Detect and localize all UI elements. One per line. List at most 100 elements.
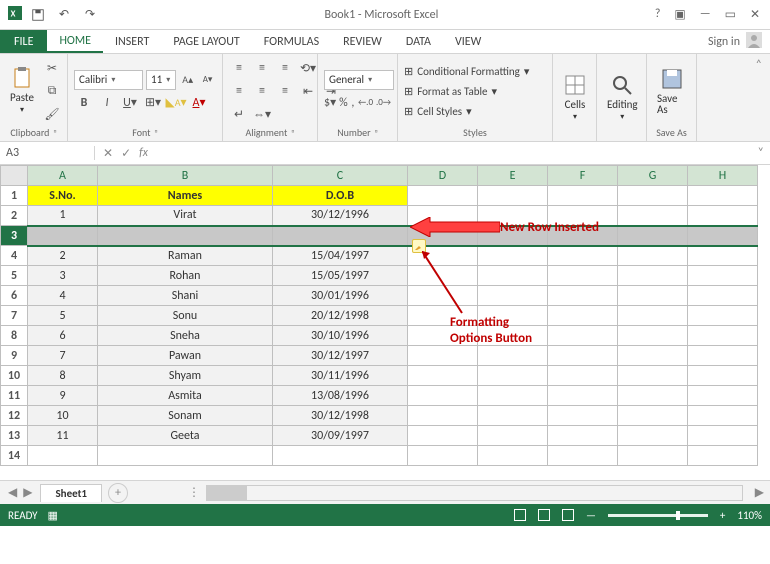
cell[interactable]: 2 xyxy=(28,246,98,266)
cell[interactable]: 30/10/1996 xyxy=(273,326,408,346)
cell[interactable] xyxy=(273,226,408,246)
cell[interactable] xyxy=(548,306,618,326)
merge-icon[interactable]: ⇔▾ xyxy=(252,104,272,124)
bold-button[interactable]: B xyxy=(74,93,94,113)
row-header[interactable]: 11 xyxy=(1,386,28,406)
underline-button[interactable]: U▾ xyxy=(120,93,140,113)
cell[interactable] xyxy=(688,246,758,266)
border-button[interactable]: ⊞▾ xyxy=(143,93,163,113)
sheet-next-icon[interactable]: ▶ xyxy=(23,485,32,500)
cell[interactable]: 7 xyxy=(28,346,98,366)
currency-icon[interactable]: $▾ xyxy=(324,93,336,113)
cell[interactable] xyxy=(618,266,688,286)
tab-page-layout[interactable]: PAGE LAYOUT xyxy=(161,30,251,53)
font-family-combo[interactable]: Calibri xyxy=(74,70,143,90)
cell[interactable] xyxy=(688,186,758,206)
col-header-b[interactable]: B xyxy=(98,166,273,186)
row-header[interactable]: 6 xyxy=(1,286,28,306)
cell[interactable] xyxy=(478,386,548,406)
align-center-icon[interactable]: ≡ xyxy=(252,81,272,101)
cell[interactable]: 30/11/1996 xyxy=(273,366,408,386)
cell[interactable] xyxy=(478,266,548,286)
cells-button[interactable]: Cells ▾ xyxy=(559,71,591,125)
cell[interactable] xyxy=(98,226,273,246)
cell[interactable] xyxy=(688,306,758,326)
cell[interactable] xyxy=(548,406,618,426)
col-header-a[interactable]: A xyxy=(28,166,98,186)
cell[interactable] xyxy=(478,286,548,306)
cell[interactable]: Shani xyxy=(98,286,273,306)
cell-styles-button[interactable]: ⊞ Cell Styles▾ xyxy=(404,103,529,120)
cell[interactable] xyxy=(548,366,618,386)
cell[interactable]: Sneha xyxy=(98,326,273,346)
cell[interactable] xyxy=(688,366,758,386)
cell[interactable]: S.No. xyxy=(28,186,98,206)
italic-button[interactable]: I xyxy=(97,93,117,113)
cell[interactable] xyxy=(618,446,688,466)
cell[interactable] xyxy=(688,326,758,346)
view-normal-icon[interactable] xyxy=(514,509,526,521)
cell[interactable]: 11 xyxy=(28,426,98,446)
cell[interactable]: 9 xyxy=(28,386,98,406)
cell[interactable]: 30/01/1996 xyxy=(273,286,408,306)
save-icon[interactable] xyxy=(28,5,48,25)
cell[interactable]: 30/12/1997 xyxy=(273,346,408,366)
tab-review[interactable]: REVIEW xyxy=(331,30,394,53)
tab-view[interactable]: VIEW xyxy=(443,30,493,53)
row-header[interactable]: 4 xyxy=(1,246,28,266)
cell[interactable] xyxy=(478,346,548,366)
cell[interactable] xyxy=(548,286,618,306)
cell[interactable] xyxy=(688,446,758,466)
cell[interactable]: Shyam xyxy=(98,366,273,386)
cell[interactable] xyxy=(618,306,688,326)
signin-link[interactable]: Sign in xyxy=(708,35,740,49)
tab-file[interactable]: FILE xyxy=(0,30,47,53)
cell[interactable] xyxy=(618,326,688,346)
cell[interactable] xyxy=(548,326,618,346)
sheet-prev-icon[interactable]: ◀ xyxy=(8,485,17,500)
cell[interactable]: 15/05/1997 xyxy=(273,266,408,286)
cell[interactable]: 8 xyxy=(28,366,98,386)
cell[interactable] xyxy=(98,446,273,466)
view-page-layout-icon[interactable] xyxy=(538,509,550,521)
zoom-in-icon[interactable]: + xyxy=(720,509,725,522)
save-as-button[interactable]: Save As xyxy=(653,65,690,117)
cell[interactable] xyxy=(618,186,688,206)
minimize-icon[interactable]: — xyxy=(700,7,711,22)
zoom-slider[interactable] xyxy=(608,514,708,517)
cell[interactable]: Sonam xyxy=(98,406,273,426)
alignment-launcher[interactable]: ▫ xyxy=(291,126,294,139)
increase-font-icon[interactable]: A▴ xyxy=(179,70,196,90)
macro-record-icon[interactable]: ▦ xyxy=(48,509,58,522)
scroll-right-icon[interactable]: ▶ xyxy=(749,485,770,500)
editing-button[interactable]: Editing ▾ xyxy=(603,71,642,125)
new-sheet-button[interactable]: + xyxy=(108,483,128,503)
select-all-corner[interactable] xyxy=(1,166,28,186)
cell[interactable] xyxy=(478,246,548,266)
row-header[interactable]: 13 xyxy=(1,426,28,446)
close-icon[interactable]: ✕ xyxy=(750,7,760,22)
orientation-icon[interactable]: ⟲▾ xyxy=(298,58,318,78)
cell[interactable] xyxy=(28,446,98,466)
cut-icon[interactable]: ✂ xyxy=(42,58,62,78)
wrap-text-icon[interactable]: ↵ xyxy=(229,104,249,124)
cell[interactable] xyxy=(618,226,688,246)
name-box[interactable]: A3 xyxy=(0,146,95,160)
cell[interactable] xyxy=(618,346,688,366)
cell[interactable]: Geeta xyxy=(98,426,273,446)
tab-data[interactable]: DATA xyxy=(394,30,443,53)
cell[interactable] xyxy=(408,186,478,206)
align-middle-icon[interactable]: ≡ xyxy=(252,58,272,78)
tab-home[interactable]: HOME xyxy=(47,30,103,53)
view-page-break-icon[interactable] xyxy=(562,509,574,521)
cell[interactable]: 5 xyxy=(28,306,98,326)
help-icon[interactable]: ? xyxy=(655,7,661,22)
cell[interactable] xyxy=(548,266,618,286)
cell[interactable]: 30/12/1998 xyxy=(273,406,408,426)
col-header-d[interactable]: D xyxy=(408,166,478,186)
cell-selected[interactable] xyxy=(28,226,98,246)
tab-formulas[interactable]: FORMULAS xyxy=(252,30,331,53)
conditional-formatting-button[interactable]: ⊞ Conditional Formatting▾ xyxy=(404,63,529,80)
col-header-h[interactable]: H xyxy=(688,166,758,186)
restore-icon[interactable]: ▭ xyxy=(725,7,736,22)
